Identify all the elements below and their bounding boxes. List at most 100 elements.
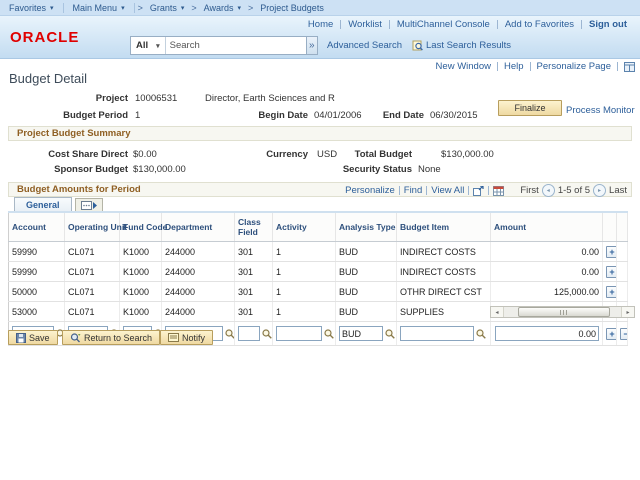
pager-range: 1-5 of 5 xyxy=(558,185,590,196)
empty-cell xyxy=(617,262,628,282)
process-monitor-link[interactable]: Process Monitor xyxy=(566,105,635,116)
previous-page-icon[interactable]: ◂ xyxy=(542,184,555,197)
pager-first-label: First xyxy=(520,185,538,196)
chevron-down-icon: ▾ xyxy=(181,4,185,12)
grid-tabs: General xyxy=(14,197,103,211)
analysis-type-lookup-icon[interactable] xyxy=(385,329,395,339)
page-link-bar: New Window Help Personalize Page xyxy=(430,61,635,72)
personalize-layout-icon[interactable] xyxy=(624,62,635,72)
pager-last-label: Last xyxy=(609,185,627,196)
add-to-favorites-link[interactable]: Add to Favorites xyxy=(498,19,581,30)
show-all-columns-icon[interactable] xyxy=(75,198,103,211)
breadcrumb-awards[interactable]: Awards ▾ xyxy=(200,3,245,13)
notify-button[interactable]: Notify xyxy=(160,330,213,345)
budget-item-cell: INDIRECT COSTS xyxy=(397,242,491,262)
add-row-button[interactable]: + xyxy=(606,286,617,298)
download-grid-icon[interactable] xyxy=(493,186,504,196)
project-id: 10006531 xyxy=(135,93,177,104)
find-link[interactable]: Find xyxy=(400,185,426,196)
analysis-type-input[interactable] xyxy=(339,326,383,341)
view-all-link[interactable]: View All xyxy=(427,185,468,196)
col-department: Department xyxy=(162,212,235,242)
divider xyxy=(617,62,618,71)
search-input[interactable] xyxy=(166,37,306,54)
budget-item-cell: INDIRECT COSTS xyxy=(397,262,491,282)
header-banner: ORACLE Home Worklist MultiChannel Consol… xyxy=(0,16,640,59)
account-cell: 59990 xyxy=(9,262,65,282)
scroll-right-icon[interactable]: ▸ xyxy=(621,307,634,317)
home-link[interactable]: Home xyxy=(301,19,340,30)
horizontal-scrollbar[interactable]: ◂ ▸ xyxy=(490,306,635,318)
table-row: 59990 CL071 K1000 244000 301 1 BUD INDIR… xyxy=(9,242,628,262)
col-activity: Activity xyxy=(273,212,336,242)
class-field-input[interactable] xyxy=(238,326,260,341)
budget-item-lookup-icon[interactable] xyxy=(476,329,486,339)
begin-date-label: Begin Date xyxy=(245,110,308,121)
save-label: Save xyxy=(29,333,50,343)
add-row-button[interactable]: + xyxy=(606,266,617,278)
notify-label: Notify xyxy=(182,333,205,343)
summary-section-header: Project Budget Summary xyxy=(8,126,632,141)
operating-unit-cell: CL071 xyxy=(65,282,120,302)
budget-item-input[interactable] xyxy=(400,326,474,341)
department-lookup-icon[interactable] xyxy=(225,329,235,339)
scrollbar-thumb[interactable] xyxy=(518,307,610,317)
amount-input[interactable] xyxy=(495,326,599,341)
last-search-results-link[interactable]: Last Search Results xyxy=(426,40,511,51)
analysis-type-cell: BUD xyxy=(336,262,397,282)
save-button[interactable]: Save xyxy=(8,330,58,345)
favorites-menu[interactable]: Favorites ▾ xyxy=(0,3,63,13)
activity-cell: 1 xyxy=(273,302,336,322)
worklist-link[interactable]: Worklist xyxy=(341,19,389,30)
delete-row-button[interactable]: − xyxy=(620,328,628,340)
multichannel-console-link[interactable]: MultiChannel Console xyxy=(390,19,497,30)
tab-general[interactable]: General xyxy=(14,197,72,211)
budget-amounts-table: Account Operating Unit Fund Code Departm… xyxy=(8,211,628,346)
search-go-button[interactable]: » xyxy=(306,37,317,54)
empty-cell xyxy=(617,242,628,262)
add-row-button[interactable]: + xyxy=(606,328,617,340)
search-scope-dropdown[interactable]: All ▾ xyxy=(131,37,166,54)
main-menu-label: Main Menu xyxy=(73,3,118,13)
grid-pager: First ◂ 1-5 of 5 ▸ Last xyxy=(520,184,627,197)
empty-cell xyxy=(617,282,628,302)
add-row-button[interactable]: + xyxy=(606,246,617,258)
advanced-search-link[interactable]: Advanced Search xyxy=(327,40,402,51)
breadcrumb-separator: > xyxy=(245,3,256,13)
scroll-left-icon[interactable]: ◂ xyxy=(491,307,504,317)
sponsor-budget-value: $130,000.00 xyxy=(133,164,186,175)
personalize-page-link[interactable]: Personalize Page xyxy=(531,61,617,72)
page-title: Budget Detail xyxy=(9,71,87,86)
class-field-lookup-icon[interactable] xyxy=(262,329,272,339)
new-window-link[interactable]: New Window xyxy=(430,61,497,72)
personalize-link[interactable]: Personalize xyxy=(341,185,399,196)
activity-cell: 1 xyxy=(273,282,336,302)
fund-code-cell: K1000 xyxy=(120,262,162,282)
application-window: Favorites ▾ Main Menu ▾ > Grants ▾ > Awa… xyxy=(0,0,640,480)
return-to-search-button[interactable]: Return to Search xyxy=(62,330,160,345)
breadcrumb-grants[interactable]: Grants ▾ xyxy=(146,3,189,13)
col-add xyxy=(603,212,617,242)
sign-out-link[interactable]: Sign out xyxy=(582,19,634,30)
next-page-icon[interactable]: ▸ xyxy=(593,184,606,197)
divider xyxy=(468,186,469,195)
fund-code-cell: K1000 xyxy=(120,302,162,322)
chevron-down-icon: ▾ xyxy=(50,4,54,12)
save-icon xyxy=(16,333,26,343)
zoom-grid-icon[interactable] xyxy=(473,186,484,196)
main-menu[interactable]: Main Menu ▾ xyxy=(64,3,134,13)
total-budget-value: $130,000.00 xyxy=(441,149,494,160)
activity-cell: 1 xyxy=(273,262,336,282)
finalize-button[interactable]: Finalize xyxy=(498,100,562,116)
operating-unit-cell: CL071 xyxy=(65,262,120,282)
budget-item-cell: OTHR DIRECT CST xyxy=(397,282,491,302)
scrollbar-track[interactable] xyxy=(504,307,621,317)
col-amount: Amount xyxy=(491,212,603,242)
analysis-type-cell: BUD xyxy=(336,282,397,302)
table-header-row: Account Operating Unit Fund Code Departm… xyxy=(9,212,628,242)
help-link[interactable]: Help xyxy=(498,61,530,72)
activity-input[interactable] xyxy=(276,326,322,341)
grid-section-header: Budget Amounts for Period Personalize Fi… xyxy=(8,182,632,197)
summary-section-title: Project Budget Summary xyxy=(17,128,131,139)
activity-lookup-icon[interactable] xyxy=(324,329,334,339)
